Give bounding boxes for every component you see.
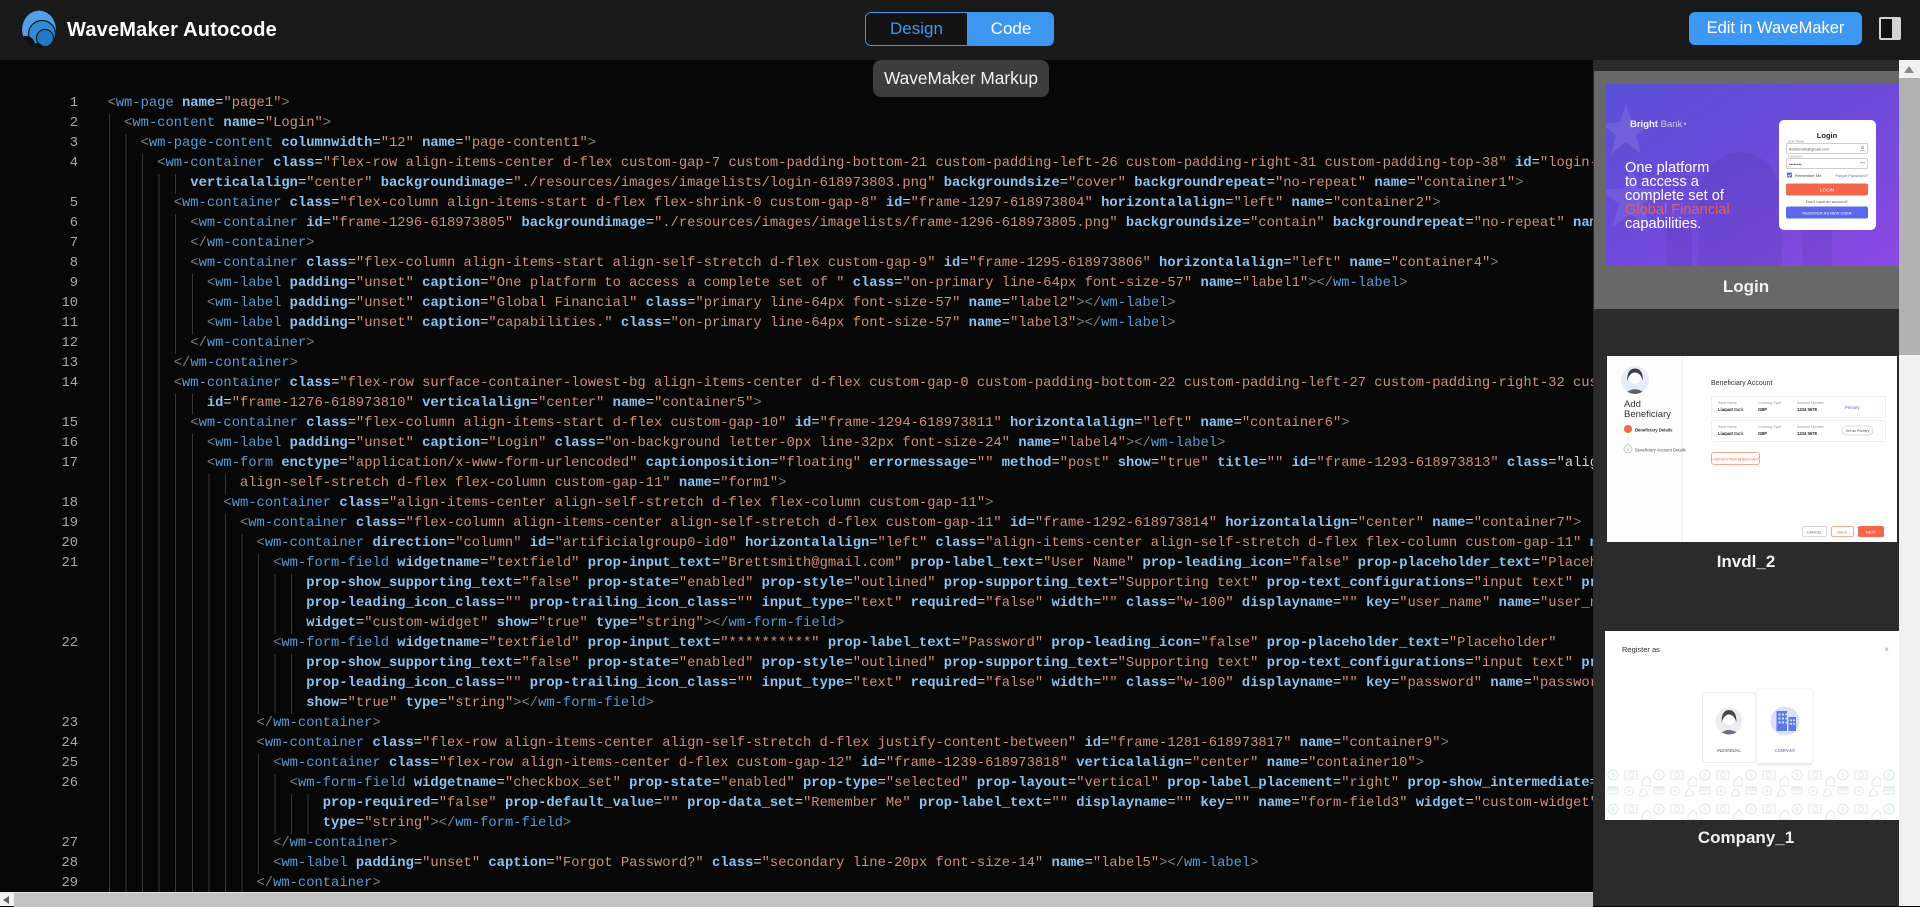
svg-text:Set as Primary: Set as Primary bbox=[1846, 429, 1870, 433]
svg-text:Forgot Password?: Forgot Password? bbox=[1836, 173, 1869, 178]
svg-text:Account Number: Account Number bbox=[1797, 401, 1825, 405]
svg-text:+ ADD ANOTHER BENEFICIARY: + ADD ANOTHER BENEFICIARY bbox=[1711, 458, 1760, 462]
svg-text:Bank Name: Bank Name bbox=[1718, 401, 1737, 405]
svg-text:Bank Name: Bank Name bbox=[1718, 425, 1737, 429]
svg-text:GBP: GBP bbox=[1758, 431, 1767, 436]
svg-text:REGISTER AS NEW USER: REGISTER AS NEW USER bbox=[1802, 211, 1851, 216]
svg-text:Brettsmith@gmail.com: Brettsmith@gmail.com bbox=[1789, 147, 1830, 152]
svg-text:Currency Type: Currency Type bbox=[1758, 401, 1781, 405]
svg-text:User Name: User Name bbox=[1788, 140, 1804, 144]
svg-text:COMPANY: COMPANY bbox=[1775, 748, 1796, 753]
svg-text:Password: Password bbox=[1788, 155, 1802, 159]
svg-text:Bright Bank *: Bright Bank * bbox=[1630, 119, 1687, 130]
svg-text:GBP: GBP bbox=[1758, 407, 1767, 412]
svg-text:INDIVIDUAL: INDIVIDUAL bbox=[1717, 748, 1741, 753]
svg-text:LOGIN: LOGIN bbox=[1820, 188, 1834, 193]
svg-text:Remember Me: Remember Me bbox=[1795, 173, 1822, 178]
svg-text:×: × bbox=[1884, 645, 1889, 654]
svg-text:Account Number: Account Number bbox=[1797, 425, 1825, 429]
svg-text:Register as: Register as bbox=[1622, 645, 1660, 654]
svg-text:Primary: Primary bbox=[1845, 405, 1860, 410]
svg-text:Liaquat Bank: Liaquat Bank bbox=[1718, 431, 1745, 436]
svg-text:BACK: BACK bbox=[1837, 531, 1848, 535]
svg-text:1234 5678: 1234 5678 bbox=[1797, 431, 1817, 436]
svg-text:Don't have an account?: Don't have an account? bbox=[1806, 199, 1849, 204]
svg-text:capabilities.: capabilities. bbox=[1625, 216, 1701, 232]
svg-text:NEXT: NEXT bbox=[1866, 531, 1877, 535]
svg-text::: : bbox=[1878, 405, 1879, 411]
svg-text:Login: Login bbox=[1817, 131, 1838, 140]
svg-text:Beneficiary Details: Beneficiary Details bbox=[1635, 428, 1673, 433]
svg-text:CANCEL: CANCEL bbox=[1807, 531, 1822, 535]
svg-text:Beneficiary Account Details: Beneficiary Account Details bbox=[1635, 448, 1686, 453]
svg-text:Beneficiary Account: Beneficiary Account bbox=[1711, 380, 1773, 387]
svg-text:••••••••: •••••••• bbox=[1789, 162, 1802, 167]
svg-text:Currency Type: Currency Type bbox=[1758, 425, 1781, 429]
svg-text:Liaquat Bank: Liaquat Bank bbox=[1718, 407, 1745, 412]
svg-text:Beneficiary: Beneficiary bbox=[1624, 409, 1671, 420]
svg-text:1234 5678: 1234 5678 bbox=[1797, 407, 1817, 412]
